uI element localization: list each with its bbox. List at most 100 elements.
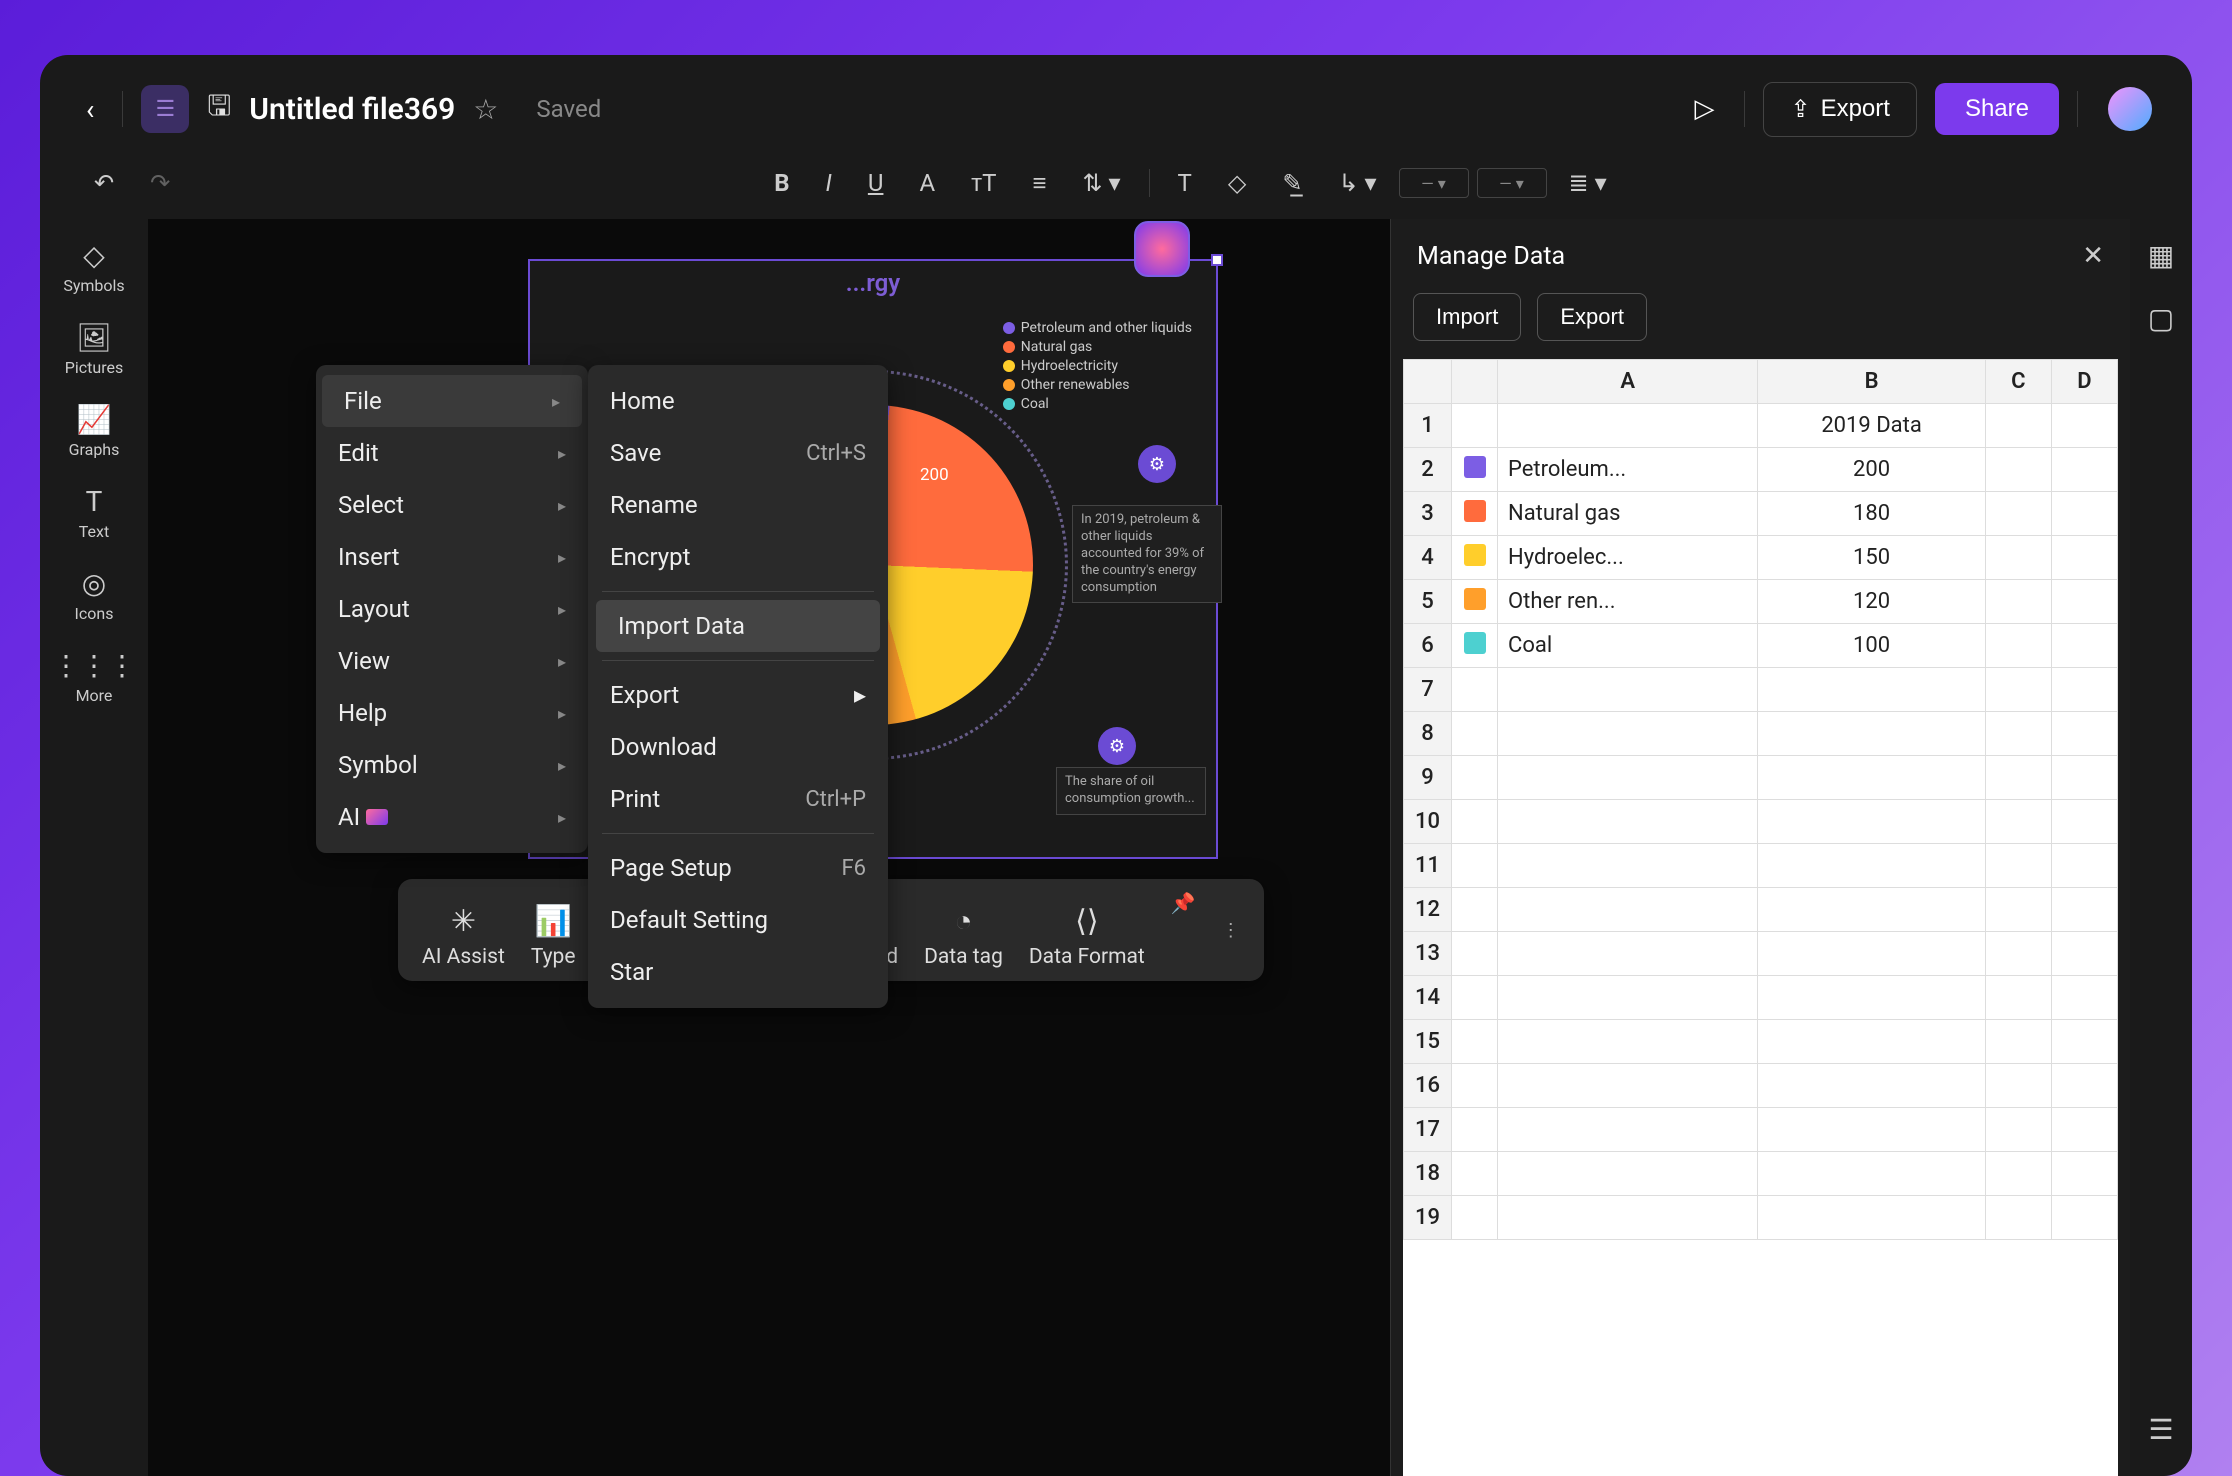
cell-value[interactable]: 120 xyxy=(1758,580,1985,624)
table-row[interactable]: 2 Petroleum... 200 xyxy=(1404,448,2118,492)
col-header[interactable]: D xyxy=(2051,360,2117,404)
table-row[interactable]: 11 xyxy=(1404,844,2118,888)
cell-value[interactable]: 150 xyxy=(1758,536,1985,580)
submenu-item-export[interactable]: Export▸ xyxy=(588,669,888,721)
line-spacing-button[interactable]: ⇅ ▾ xyxy=(1068,161,1134,205)
table-row[interactable]: 6 Coal 100 xyxy=(1404,624,2118,668)
table-row[interactable]: 13 xyxy=(1404,932,2118,976)
table-row[interactable]: 18 xyxy=(1404,1152,2118,1196)
cell-value[interactable]: 200 xyxy=(1758,448,1985,492)
menu-item-file[interactable]: File▸ xyxy=(322,375,582,427)
align-button[interactable]: ≡ xyxy=(1018,161,1060,206)
redo-button[interactable]: ↷ xyxy=(136,161,184,205)
row-header[interactable]: 4 xyxy=(1404,536,1452,580)
avatar[interactable] xyxy=(2108,87,2152,131)
filename[interactable]: Untitled file369 xyxy=(249,92,455,127)
save-icon[interactable]: 🖫 xyxy=(207,85,231,133)
pin-icon[interactable]: 📌 xyxy=(1171,891,1196,915)
rail-item-graphs[interactable]: 📈Graphs xyxy=(69,403,120,459)
cell-value[interactable]: 100 xyxy=(1758,624,1985,668)
table-row[interactable]: 5 Other ren... 120 xyxy=(1404,580,2118,624)
table-row[interactable]: 17 xyxy=(1404,1108,2118,1152)
share-button[interactable]: Share xyxy=(1935,83,2059,135)
submenu-item-star[interactable]: Star xyxy=(588,946,888,998)
bold-button[interactable]: B xyxy=(760,161,803,205)
submenu-item-page-setup[interactable]: Page SetupF6 xyxy=(588,842,888,894)
play-button[interactable]: ▷ xyxy=(1682,94,1726,124)
resize-handle[interactable] xyxy=(1211,254,1223,266)
toolbar-data-format[interactable]: ⟨⟩Data Format xyxy=(1029,903,1145,969)
table-row[interactable]: 15 xyxy=(1404,1020,2118,1064)
italic-button[interactable]: I xyxy=(812,161,846,205)
rail-item-more[interactable]: ⋮⋮⋮More xyxy=(52,649,136,705)
rail-item-text[interactable]: TText xyxy=(79,485,109,541)
row-header[interactable]: 1 xyxy=(1404,404,1452,448)
toolbar-ai-assist[interactable]: ✳AI Assist xyxy=(422,903,505,969)
submenu-item-import-data[interactable]: Import Data xyxy=(596,600,880,652)
table-row[interactable]: 10 xyxy=(1404,800,2118,844)
settings-rail-icon[interactable]: ☰ xyxy=(2148,1413,2173,1446)
list-button[interactable]: ≣ ▾ xyxy=(1555,161,1621,205)
cell-name[interactable]: Petroleum... xyxy=(1498,448,1758,492)
submenu-item-save[interactable]: SaveCtrl+S xyxy=(588,427,888,479)
main-menu-button[interactable]: ☰ xyxy=(141,85,189,133)
col-header[interactable]: B xyxy=(1758,360,1985,404)
menu-item-symbol[interactable]: Symbol▸ xyxy=(316,739,588,791)
row-header[interactable]: 6 xyxy=(1404,624,1452,668)
close-icon[interactable]: ✕ xyxy=(2082,241,2104,271)
color-swatch[interactable] xyxy=(1464,500,1486,522)
table-row[interactable]: 7 xyxy=(1404,668,2118,712)
submenu-item-encrypt[interactable]: Encrypt xyxy=(588,531,888,583)
grid-view-icon[interactable]: ▦ xyxy=(2148,239,2174,272)
menu-item-select[interactable]: Select▸ xyxy=(316,479,588,531)
row-header[interactable]: 5 xyxy=(1404,580,1452,624)
submenu-item-home[interactable]: Home xyxy=(588,375,888,427)
undo-button[interactable]: ↶ xyxy=(80,161,128,205)
table-row[interactable]: 9 xyxy=(1404,756,2118,800)
color-swatch[interactable] xyxy=(1464,632,1486,654)
table-row[interactable]: 12 xyxy=(1404,888,2118,932)
table-row[interactable]: 14 xyxy=(1404,976,2118,1020)
cell-name[interactable]: Natural gas xyxy=(1498,492,1758,536)
color-swatch[interactable] xyxy=(1464,544,1486,566)
present-icon[interactable]: ▢ xyxy=(2148,302,2174,335)
submenu-item-rename[interactable]: Rename xyxy=(588,479,888,531)
menu-item-edit[interactable]: Edit▸ xyxy=(316,427,588,479)
table-row[interactable]: 16 xyxy=(1404,1064,2118,1108)
rail-item-icons[interactable]: ◎Icons xyxy=(75,567,114,623)
more-icon[interactable]: ⋮ xyxy=(1222,920,1240,941)
menu-item-insert[interactable]: Insert▸ xyxy=(316,531,588,583)
export-button[interactable]: ⇪ Export xyxy=(1763,82,1916,137)
data-sheet[interactable]: ABCD12019 Data 2 Petroleum... 200 3 Natu… xyxy=(1403,359,2118,1476)
table-row[interactable]: 3 Natural gas 180 xyxy=(1404,492,2118,536)
node-icon[interactable]: ⚙ xyxy=(1138,445,1176,483)
row-header[interactable]: 2 xyxy=(1404,448,1452,492)
col-header[interactable]: C xyxy=(1985,360,2051,404)
col-header[interactable]: A xyxy=(1498,360,1758,404)
star-button[interactable]: ☆ xyxy=(473,93,498,126)
row-header[interactable]: 3 xyxy=(1404,492,1452,536)
toolbar-type[interactable]: 📊Type xyxy=(531,903,576,969)
rail-item-symbols[interactable]: ◇Symbols xyxy=(63,239,124,295)
text-tool-button[interactable]: T xyxy=(1164,161,1206,205)
submenu-item-download[interactable]: Download xyxy=(588,721,888,773)
menu-item-view[interactable]: View▸ xyxy=(316,635,588,687)
table-row[interactable]: 8 xyxy=(1404,712,2118,756)
text-size-button[interactable]: ᴛT xyxy=(957,161,1010,206)
panel-import-button[interactable]: Import xyxy=(1413,293,1521,341)
color-swatch[interactable] xyxy=(1464,456,1486,478)
line-style-combo[interactable]: — ▾ xyxy=(1399,168,1469,198)
highlight-button[interactable]: ✎̲ xyxy=(1268,161,1316,205)
submenu-item-default-setting[interactable]: Default Setting xyxy=(588,894,888,946)
arrow-style-combo[interactable]: — ▾ xyxy=(1477,168,1547,198)
node-icon[interactable]: ⚙ xyxy=(1098,727,1136,765)
ai-badge-icon[interactable] xyxy=(1134,221,1190,277)
cell-name[interactable]: Other ren... xyxy=(1498,580,1758,624)
submenu-item-print[interactable]: PrintCtrl+P xyxy=(588,773,888,825)
toolbar-data-tag[interactable]: ◔Data tag xyxy=(924,903,1003,969)
menu-item-ai[interactable]: AI▸ xyxy=(316,791,588,843)
menu-item-help[interactable]: Help▸ xyxy=(316,687,588,739)
cell-value[interactable]: 180 xyxy=(1758,492,1985,536)
font-color-button[interactable]: A xyxy=(905,161,949,205)
fill-button[interactable]: ◇ xyxy=(1214,161,1260,205)
